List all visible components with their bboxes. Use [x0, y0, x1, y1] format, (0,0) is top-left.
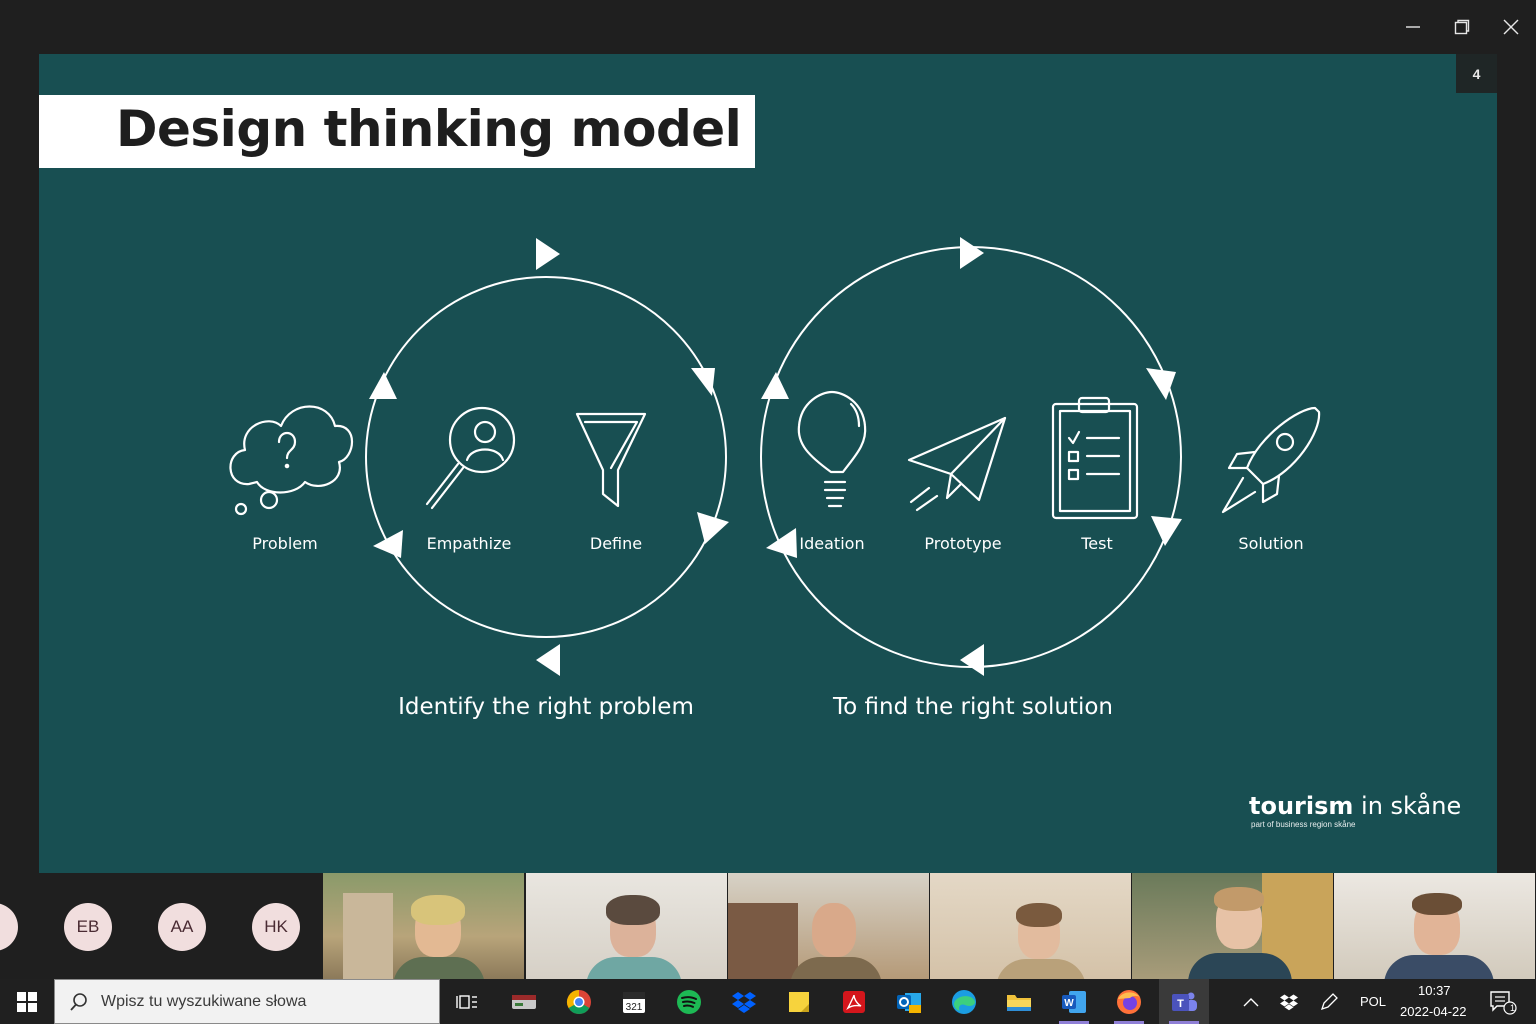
close-button[interactable]	[1488, 6, 1534, 48]
participant-video-tile[interactable]	[930, 873, 1131, 979]
firefox-app-button[interactable]	[1104, 979, 1154, 1024]
outlook-app-button[interactable]	[884, 979, 934, 1024]
participant-avatar[interactable]: EB	[64, 903, 112, 951]
word-icon: W	[1062, 990, 1086, 1013]
acrobat-app-button[interactable]	[829, 979, 879, 1024]
start-button[interactable]	[0, 979, 54, 1024]
participants-strip: EB AA HK	[0, 873, 1536, 979]
file-explorer-app-button[interactable]	[994, 979, 1044, 1024]
svg-text:T: T	[1177, 998, 1184, 1010]
left-cycle-circle	[365, 276, 727, 638]
arrow-icon	[761, 372, 789, 399]
taskbar-date[interactable]: 2022-04-22	[1400, 1004, 1467, 1019]
teams-icon: T	[1172, 992, 1197, 1011]
arrow-icon	[369, 372, 397, 399]
teams-app-button[interactable]: T	[1159, 979, 1209, 1024]
task-view-button[interactable]	[442, 979, 492, 1024]
participant-video-tile[interactable]	[728, 873, 929, 979]
lightbulb-icon	[797, 390, 867, 508]
arrow-icon	[960, 237, 984, 269]
magnifier-person-icon	[425, 406, 516, 510]
windows-taskbar: Wpisz tu wyszukiwane słowa 321 W T POL 1…	[0, 979, 1536, 1024]
sticky-notes-icon	[789, 991, 809, 1012]
brand-name-regular: in skåne	[1353, 792, 1462, 820]
chrome-app-button[interactable]	[554, 979, 604, 1024]
windows-logo-icon	[17, 991, 37, 1012]
pen-icon	[1320, 992, 1338, 1010]
step-label-ideation: Ideation	[799, 534, 865, 553]
participant-avatar[interactable]: AA	[158, 903, 206, 951]
svg-text:321: 321	[626, 1002, 643, 1013]
chrome-icon	[566, 989, 591, 1014]
presentation-slide: Design thinking model Problem Empathize …	[39, 54, 1497, 873]
calendar-app-button[interactable]: 321	[609, 979, 659, 1024]
search-placeholder: Wpisz tu wyszukiwane słowa	[101, 992, 307, 1010]
participant-avatar[interactable]: HK	[252, 903, 300, 951]
task-view-icon	[456, 994, 477, 1009]
notification-count: 1	[1510, 1003, 1516, 1013]
taskbar-time[interactable]: 10:37	[1418, 983, 1451, 998]
spotify-app-button[interactable]	[664, 979, 714, 1024]
arrow-icon	[691, 368, 715, 396]
step-label-empathize: Empathize	[426, 534, 512, 553]
arrow-icon	[697, 512, 729, 544]
thought-cloud-icon	[229, 405, 353, 516]
notifications-button[interactable]: 1	[1480, 979, 1526, 1024]
sticky-notes-app-button[interactable]	[774, 979, 824, 1024]
minimize-icon	[1406, 26, 1420, 28]
pen-tray-button[interactable]	[1306, 979, 1352, 1024]
brand-tagline: part of business region skåne	[1251, 820, 1356, 829]
funnel-icon	[575, 412, 647, 508]
arrow-icon	[536, 644, 560, 676]
step-label-problem: Problem	[252, 534, 318, 553]
step-label-prototype: Prototype	[924, 534, 1002, 553]
calendar-icon: 321	[623, 991, 645, 1013]
arrow-icon	[960, 644, 984, 676]
dropbox-app-button[interactable]	[719, 979, 769, 1024]
step-label-solution: Solution	[1238, 534, 1304, 553]
participant-avatar-partial[interactable]	[0, 903, 18, 951]
file-explorer-icon	[1007, 994, 1031, 1011]
paper-plane-icon	[907, 416, 1007, 512]
firefox-icon	[1117, 989, 1141, 1014]
participant-video-tile[interactable]	[526, 873, 727, 979]
arrow-icon	[373, 530, 403, 558]
drive-app-button[interactable]	[499, 979, 549, 1024]
word-app-button[interactable]: W	[1049, 979, 1099, 1024]
participant-video-tile[interactable]	[1132, 873, 1333, 979]
slide-page-number: 4	[1456, 54, 1497, 93]
brand-name-bold: tourism	[1249, 792, 1354, 820]
spotify-icon	[677, 989, 701, 1014]
clipboard-checklist-icon	[1051, 396, 1139, 520]
acrobat-icon	[843, 990, 865, 1013]
window-titlebar	[0, 0, 1536, 54]
brand-logo: tourism in skåne part of business region…	[1249, 792, 1461, 829]
chevron-up-icon	[1243, 997, 1259, 1006]
caption-right: To find the right solution	[833, 694, 1113, 720]
drive-icon	[512, 994, 536, 1009]
edge-icon	[952, 989, 976, 1014]
taskbar-search-box[interactable]: Wpisz tu wyszukiwane słowa	[54, 979, 440, 1024]
outlook-icon	[897, 992, 921, 1013]
minimize-button[interactable]	[1390, 6, 1436, 48]
design-thinking-diagram	[229, 237, 1321, 676]
arrow-icon	[536, 238, 560, 270]
step-label-define: Define	[589, 534, 643, 553]
rocket-icon	[1221, 406, 1321, 514]
svg-text:W: W	[1064, 998, 1074, 1009]
caption-left: Identify the right problem	[398, 694, 694, 720]
restore-icon	[1454, 19, 1470, 35]
search-icon	[70, 992, 87, 1011]
close-icon	[1503, 19, 1519, 35]
edge-app-button[interactable]	[939, 979, 989, 1024]
input-language[interactable]: POL	[1360, 994, 1386, 1009]
participant-video-tile[interactable]	[323, 873, 524, 979]
dropbox-tray-icon	[1280, 994, 1298, 1010]
dropbox-icon	[732, 991, 756, 1013]
restore-button[interactable]	[1439, 6, 1485, 48]
participant-video-tile[interactable]	[1334, 873, 1535, 979]
step-label-test: Test	[1081, 534, 1113, 553]
